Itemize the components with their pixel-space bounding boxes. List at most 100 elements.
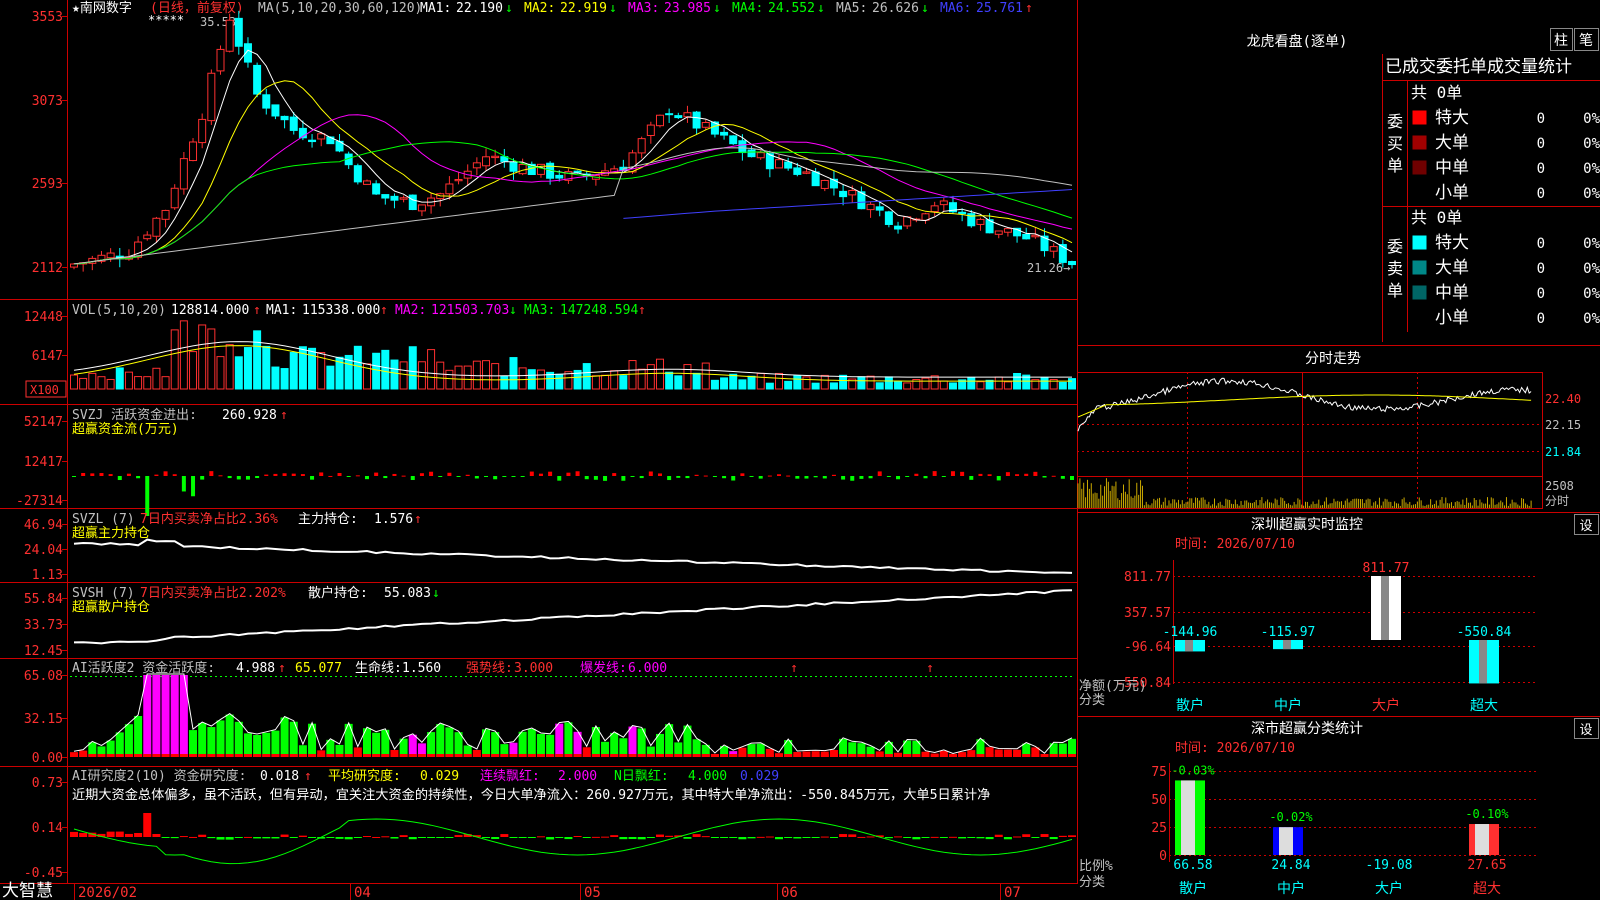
classify-change: -0.02% [1269, 810, 1313, 824]
svzj-bar [392, 473, 397, 476]
row-pct: 0% [1583, 261, 1600, 277]
classify-settings-button[interactable]: 设 [1574, 718, 1599, 739]
ai-active-base [619, 754, 628, 757]
ai-research-bar [408, 837, 417, 840]
candle-body [207, 72, 216, 122]
ai-research-bar [134, 833, 143, 837]
svzl-subtitle: 超赢主力持仓 [72, 525, 150, 541]
monitor-bar-shade [1185, 640, 1193, 652]
svg-text:爆发线:: 爆发线: [580, 660, 627, 676]
svzj-bar [786, 475, 791, 477]
volume-bar [683, 364, 692, 390]
candle-body [353, 165, 362, 183]
ai-research-bar [262, 837, 271, 839]
volume-bar [793, 375, 802, 390]
svzj-bar [722, 476, 727, 479]
svzj-bar [227, 476, 232, 479]
candle-body [280, 115, 289, 121]
ma-line [73, 114, 1073, 265]
candle-body [994, 230, 1003, 235]
svzj-bar [72, 476, 76, 477]
intraday-chart: 22.40 22.15 21.84 2508 分时 [1077, 372, 1581, 509]
svzj-bar [465, 474, 470, 476]
ai-research-bar [1003, 837, 1012, 840]
intraday-title: 分时走势 [1305, 351, 1361, 367]
ai-research-bar [912, 837, 921, 840]
ai-active-base [179, 754, 188, 757]
volume-bar [161, 376, 170, 390]
main-chart[interactable]: ★南网数字 (日线，前复权) MA(5,10,20,30,60,120) MA1… [0, 0, 1100, 900]
svzj-bar [648, 471, 653, 476]
classify-y-tick: 0 [1159, 849, 1167, 864]
ai-active-base [930, 754, 939, 757]
ai-active-bar [243, 733, 252, 757]
ma-legend-label: MA6: [940, 1, 971, 16]
svzj-bar [740, 473, 745, 476]
ai-active-base [234, 754, 243, 757]
stars-marker: ***** [148, 13, 184, 27]
candle-body [1049, 246, 1058, 252]
ma-title: MA(5,10,20,30,60,120) [258, 1, 422, 16]
svg-text:↑: ↑ [304, 769, 312, 784]
svzj-bar [126, 473, 131, 476]
lhb-tick-button[interactable]: 笔 [1574, 28, 1599, 51]
ai-research-bar [775, 837, 784, 840]
ma-line [73, 147, 1073, 265]
ai-active-base [198, 754, 207, 757]
brand-label: 大智慧 [2, 881, 53, 900]
volume-bar [619, 375, 628, 390]
ai-active-bar [491, 732, 500, 757]
volume-bar [628, 360, 637, 390]
ma-legend-label: MA3: [628, 1, 659, 16]
svzj-bar [932, 471, 937, 476]
candle-body [756, 152, 765, 159]
ai-research-bar [866, 836, 875, 838]
ai-active-base [738, 754, 747, 757]
y-tick-label: 12417 [24, 455, 63, 470]
classify-bar-chart: 75 50 25 0 -0.03% 66.58 散户 -0.02% 24.84 中户 -19.08 大… [1151, 763, 1537, 897]
ai-research-bar [921, 837, 930, 838]
svzl-header: SVZL (7) 7日内买卖净占比2.36% 主力持仓: 1.576 ↑ 超赢主… [72, 511, 422, 541]
ai-research-bar [353, 837, 362, 838]
candle-body [1068, 261, 1076, 266]
ai-research-bar [683, 837, 692, 839]
ai-research-bar [161, 837, 170, 838]
svg-text:22.15: 22.15 [1545, 418, 1581, 432]
volume-bar [189, 351, 198, 390]
ai-active-base [894, 754, 903, 757]
ai-research-line [73, 818, 1073, 865]
vol-legend-value: 115338.000 [302, 303, 380, 318]
volume-bar [353, 345, 362, 390]
ai-research-bar [445, 837, 454, 838]
ai-research-bar [198, 834, 207, 837]
ai-research-bar [958, 837, 967, 839]
ai-active-base [555, 754, 564, 757]
svzj-bar [896, 476, 901, 480]
ai-active-base [967, 754, 976, 757]
ai-active-bar [115, 732, 124, 757]
monitor-settings-button[interactable]: 设 [1574, 514, 1599, 535]
ai-active-base [298, 754, 307, 757]
y-tick-label: 12448 [24, 310, 63, 325]
svzj-bar [731, 476, 736, 481]
row-count: 0 [1537, 286, 1545, 302]
svzj-bar [703, 475, 708, 477]
svzj-bar [319, 472, 324, 476]
ai-active-bars: ↑ ↑ [70, 661, 1076, 757]
svzj-bar [694, 474, 699, 476]
ai-active-bar [134, 716, 143, 757]
stock-title: ★南网数字 [72, 0, 132, 16]
svzj-bar [90, 473, 95, 476]
y-tick-label: 1.13 [32, 568, 63, 583]
ai-active-bar [152, 675, 161, 757]
svg-text:7日内买卖净占比2.202%: 7日内买卖净占比2.202% [140, 585, 286, 601]
candle-body [390, 195, 399, 201]
ai-research-bar [527, 837, 536, 838]
classify-bar-shade [1181, 780, 1195, 855]
volume-bar [390, 359, 399, 390]
ai-active-base [70, 754, 78, 757]
ai-research-bar [179, 836, 188, 838]
volume-bar [948, 382, 957, 390]
lhb-bar-button[interactable]: 柱 [1550, 28, 1573, 51]
ma-legend-arrow: ↓ [609, 1, 617, 16]
